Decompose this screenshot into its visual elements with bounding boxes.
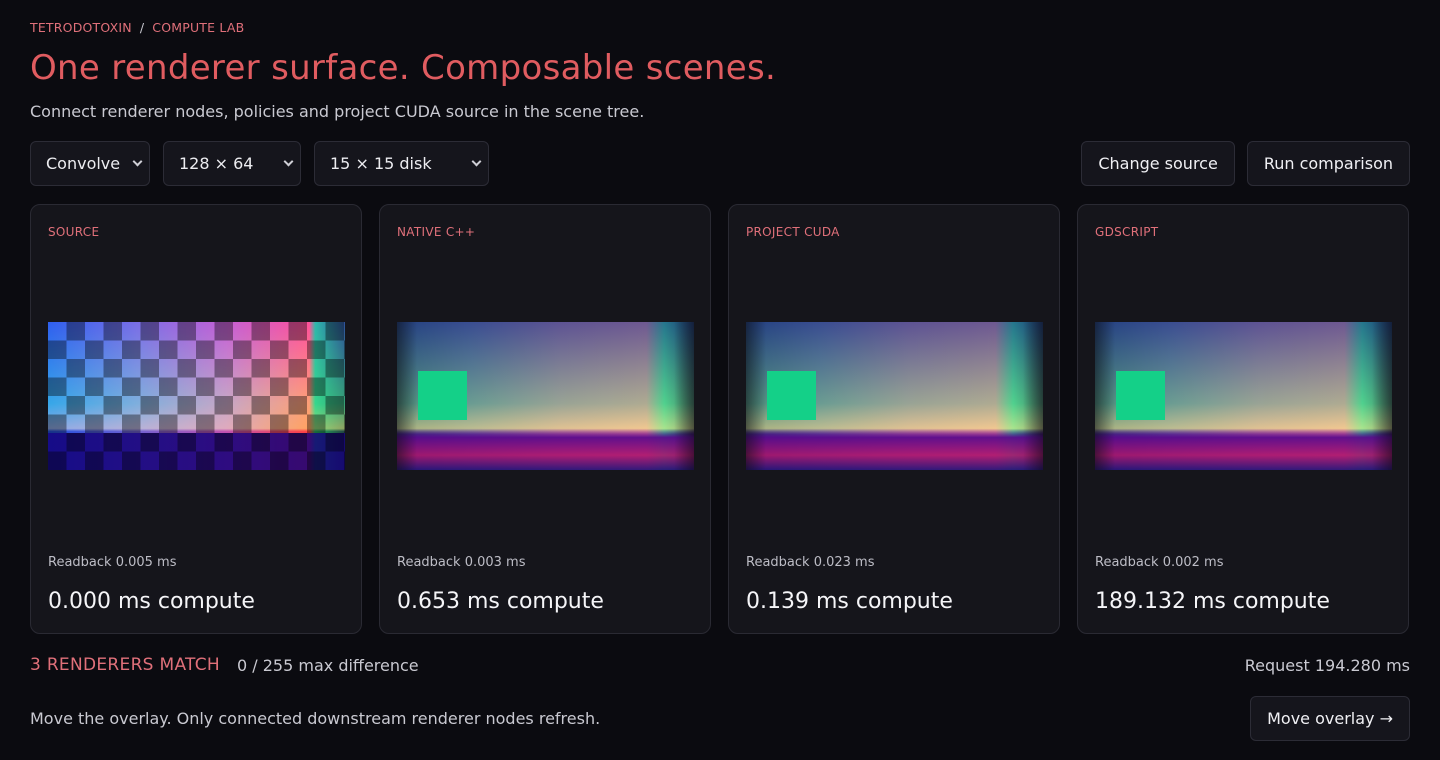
overlay-square[interactable] [1116, 371, 1165, 420]
change-source-button[interactable]: Change source [1081, 141, 1235, 186]
page-title: One renderer surface. Composable scenes. [30, 48, 777, 88]
readback-time: Readback 0.002 ms [1095, 555, 1224, 570]
move-overlay-button[interactable]: Move overlay → [1250, 696, 1410, 741]
kernel-select[interactable]: 15 × 15 disk [314, 141, 489, 186]
chevron-down-icon [283, 156, 294, 167]
operation-select[interactable]: Convolve [30, 141, 150, 186]
renderer-cards: SOURCE Readback 0.005 ms 0.000 ms comput… [30, 204, 1409, 634]
summary-row: 3 RENDERERS MATCH 0 / 255 max difference… [30, 655, 1410, 675]
overlay-square[interactable] [418, 371, 467, 420]
controls-bar: Convolve 128 × 64 15 × 15 disk [30, 141, 489, 186]
card-label: GDSCRIPT [1095, 225, 1159, 239]
source-preview-image [48, 322, 345, 470]
card-label: PROJECT CUDA [746, 225, 840, 239]
renderer-card-native-cpp: NATIVE C++ Readback 0.003 ms 0.653 ms co… [379, 204, 711, 634]
overlay-square[interactable] [767, 371, 816, 420]
actions-bar: Change source Run comparison [1081, 141, 1410, 186]
size-value: 128 × 64 [179, 154, 254, 173]
readback-time: Readback 0.003 ms [397, 555, 526, 570]
breadcrumb-section[interactable]: COMPUTE LAB [152, 20, 244, 35]
breadcrumb-org[interactable]: TETRODOTOXIN [30, 20, 132, 35]
renderer-card-project-cuda: PROJECT CUDA Readback 0.023 ms 0.139 ms … [728, 204, 1060, 634]
max-difference: 0 / 255 max difference [237, 655, 419, 675]
renderer-card-source: SOURCE Readback 0.005 ms 0.000 ms comput… [30, 204, 362, 634]
size-select[interactable]: 128 × 64 [163, 141, 301, 186]
overlay-hint: Move the overlay. Only connected downstr… [30, 709, 601, 728]
compute-time: 0.139 ms compute [746, 589, 953, 614]
readback-time: Readback 0.023 ms [746, 555, 875, 570]
compute-time: 189.132 ms compute [1095, 589, 1330, 614]
card-label: SOURCE [48, 225, 100, 239]
project-cuda-preview-image [746, 322, 1043, 470]
page-subtitle: Connect renderer nodes, policies and pro… [30, 102, 645, 121]
kernel-value: 15 × 15 disk [330, 154, 432, 173]
native-cpp-preview-image [397, 322, 694, 470]
chevron-down-icon [132, 156, 143, 167]
breadcrumb: TETRODOTOXIN / COMPUTE LAB [30, 20, 244, 35]
compute-time: 0.653 ms compute [397, 589, 604, 614]
readback-time: Readback 0.005 ms [48, 555, 177, 570]
breadcrumb-separator: / [139, 20, 145, 35]
card-label: NATIVE C++ [397, 225, 476, 239]
compute-time: 0.000 ms compute [48, 589, 255, 614]
gdscript-preview-image [1095, 322, 1392, 470]
chevron-down-icon [471, 156, 482, 167]
request-time: Request 194.280 ms [1244, 655, 1410, 675]
operation-value: Convolve [46, 154, 121, 173]
match-status: 3 RENDERERS MATCH [30, 655, 220, 675]
renderer-card-gdscript: GDSCRIPT Readback 0.002 ms 189.132 ms co… [1077, 204, 1409, 634]
run-comparison-button[interactable]: Run comparison [1246, 141, 1410, 186]
